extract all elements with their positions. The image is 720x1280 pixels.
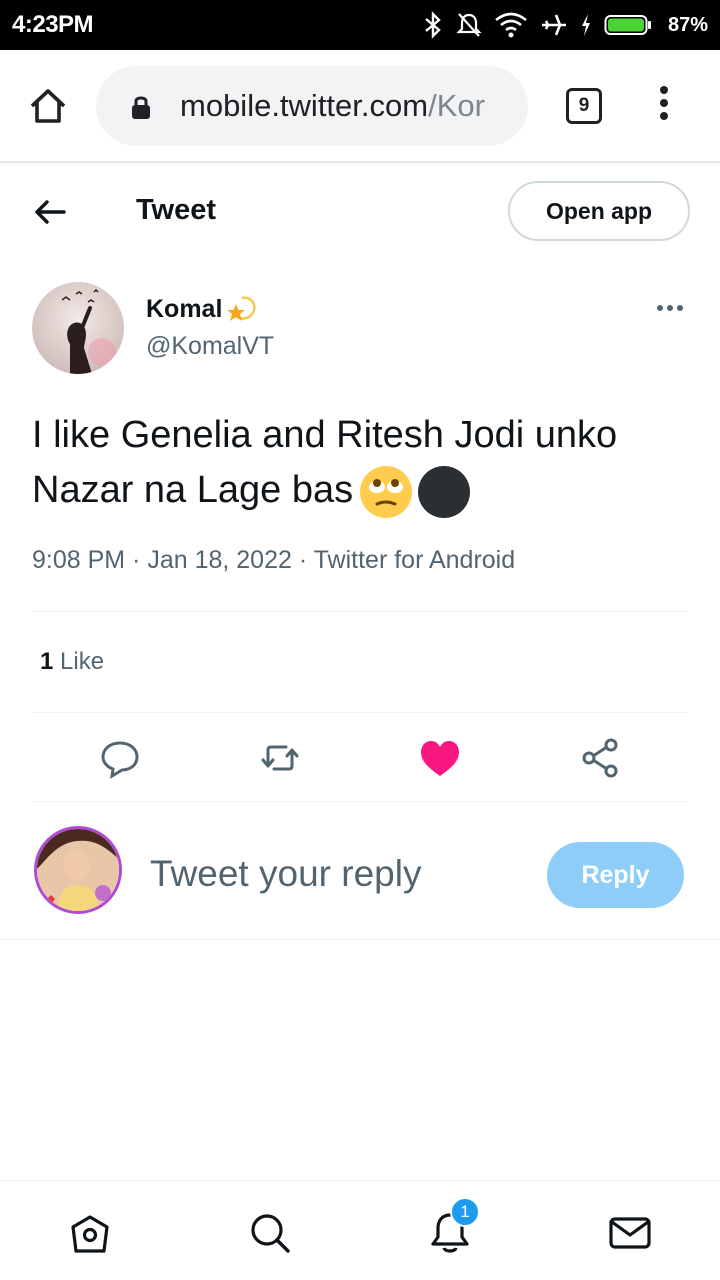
- black-circle-emoji-icon: [418, 465, 471, 518]
- browser-toolbar: mobile.twitter.com/Kor 9: [0, 50, 720, 162]
- author-name[interactable]: Komal: [146, 294, 258, 324]
- home-icon[interactable]: [24, 82, 72, 130]
- status-time: 4:23PM: [12, 11, 94, 38]
- likes-count[interactable]: 1 Like: [40, 648, 104, 676]
- charging-icon: [581, 14, 590, 36]
- wifi-icon: [495, 12, 527, 38]
- messages-icon[interactable]: [608, 1211, 652, 1255]
- page-title: Tweet: [136, 194, 217, 226]
- divider: [32, 801, 688, 802]
- tweet-timestamp[interactable]: 9:08 PM · Jan 18, 2022 · Twitter for And…: [32, 546, 515, 575]
- tweet-text: I like Genelia and Ritesh Jodi unko Naza…: [32, 408, 672, 519]
- status-bar: 4:23PM 87%: [0, 0, 720, 50]
- battery-percent: 87%: [667, 13, 708, 36]
- bluetooth-icon: [425, 11, 441, 39]
- divider: [32, 611, 688, 612]
- retweet-icon[interactable]: [258, 736, 302, 780]
- airplane-icon: [541, 14, 566, 36]
- browser-menu-icon[interactable]: [652, 86, 676, 126]
- share-icon[interactable]: [578, 736, 622, 780]
- reply-input[interactable]: Tweet your reply: [150, 853, 421, 895]
- bottom-nav: 1: [0, 1180, 720, 1280]
- rolling-eyes-emoji-icon: [360, 465, 413, 518]
- user-avatar[interactable]: [34, 826, 122, 914]
- search-icon[interactable]: [248, 1211, 292, 1255]
- home-icon[interactable]: [68, 1211, 112, 1255]
- author-handle: @KomalVT: [146, 332, 275, 360]
- like-heart-icon[interactable]: [418, 736, 462, 780]
- notification-badge: 1: [450, 1197, 480, 1227]
- address-bar[interactable]: mobile.twitter.com/Kor: [96, 66, 528, 146]
- tweet-actions: [0, 732, 720, 784]
- divider: [0, 939, 720, 940]
- like-count-number: 1: [40, 648, 54, 675]
- url-text: mobile.twitter.com/Kor: [180, 88, 510, 124]
- tweet-text-content: I like Genelia and Ritesh Jodi unko Naza…: [32, 414, 618, 511]
- divider: [32, 712, 688, 713]
- dizzy-star-icon: [227, 296, 257, 321]
- author-avatar[interactable]: [32, 282, 124, 374]
- reply-icon[interactable]: [98, 736, 142, 780]
- reply-button[interactable]: Reply: [547, 842, 684, 908]
- battery-icon: [604, 15, 651, 35]
- url-host: mobile.twitter.com: [180, 88, 429, 123]
- url-path: /Kor: [428, 88, 485, 123]
- tab-switcher-button[interactable]: 9: [566, 88, 602, 124]
- lock-icon: [132, 96, 150, 119]
- author-name-text: Komal: [146, 294, 223, 323]
- like-label: Like: [60, 648, 105, 675]
- mute-icon: [456, 13, 482, 37]
- back-arrow-icon[interactable]: [30, 192, 70, 232]
- tweet-header: Tweet Open app: [0, 162, 720, 262]
- status-icons: 87%: [422, 8, 708, 42]
- more-options-icon[interactable]: [652, 296, 688, 320]
- open-app-button[interactable]: Open app: [508, 181, 690, 241]
